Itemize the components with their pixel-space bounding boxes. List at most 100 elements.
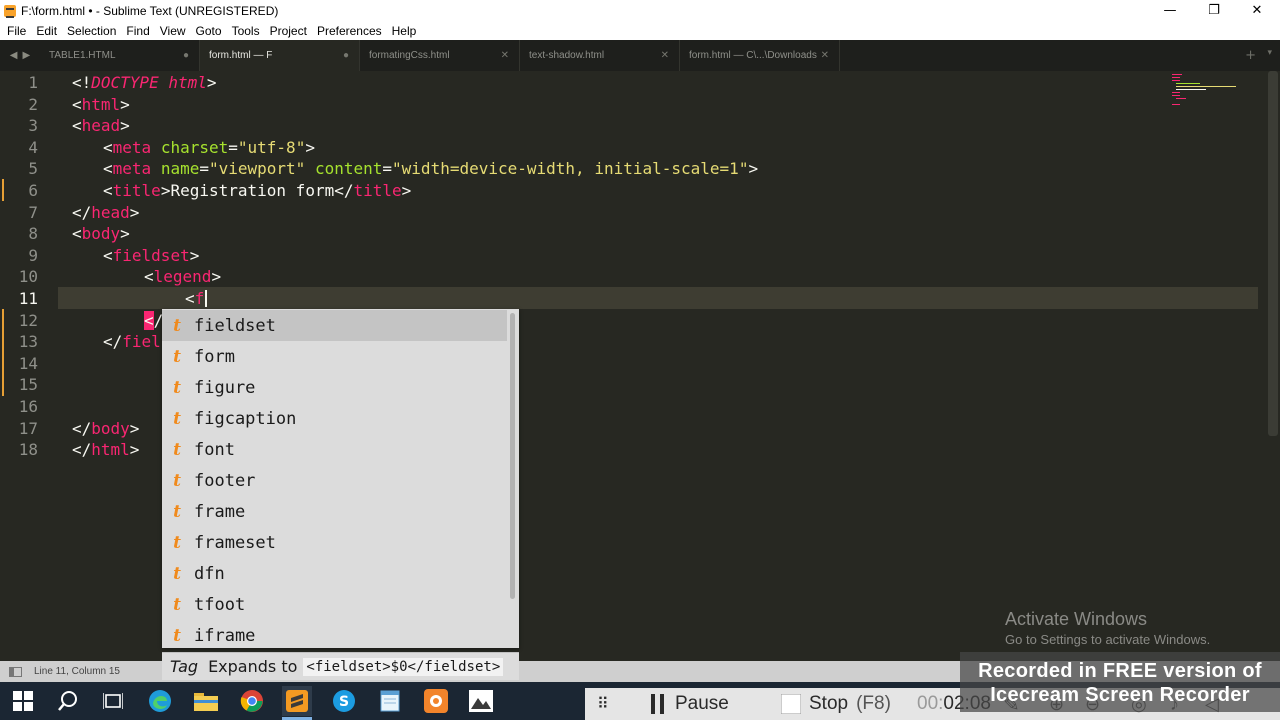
code-token: DOCTYPE html (91, 73, 207, 92)
skype-icon[interactable]: S (329, 686, 359, 716)
code-token: charset (160, 137, 229, 157)
menu-help[interactable]: Help (387, 24, 422, 38)
autocomplete-item[interactable]: t figure (162, 372, 507, 403)
toggle-panel-icon[interactable] (9, 666, 22, 677)
pause-button[interactable]: Pause (651, 688, 729, 720)
autocomplete-item[interactable]: t form (162, 341, 507, 372)
menu-find[interactable]: Find (121, 24, 154, 38)
activate-windows-notice: Activate Windows Go to Settings to activ… (1005, 609, 1210, 647)
code-token: head (81, 116, 121, 136)
code-token: > (748, 159, 759, 179)
autocomplete-label: font (194, 439, 235, 460)
autocomplete-item[interactable]: t frame (162, 496, 507, 527)
sublime-text-taskbar-icon[interactable] (282, 686, 312, 716)
code-token: f (194, 289, 205, 308)
autocomplete-item[interactable]: t frameset (162, 527, 507, 558)
tab-menu-icon[interactable]: ▾ (1267, 48, 1272, 58)
close-tab-icon[interactable]: ✕ (661, 50, 669, 61)
code-token: legend (153, 267, 212, 287)
autocomplete-item[interactable]: t iframe (162, 620, 507, 651)
autocomplete-item[interactable]: t figcaption (162, 403, 507, 434)
close-tab-icon[interactable]: ✕ (821, 50, 829, 61)
autocomplete-popup[interactable]: t fieldset t form t figure t figcaption t fon… (162, 309, 519, 648)
tab-table1[interactable]: TABLE1.HTML ● (40, 40, 200, 71)
code-line-9: <fieldset> (103, 245, 199, 267)
photos-icon[interactable] (466, 686, 496, 716)
vertical-scrollbar[interactable] (1268, 71, 1278, 436)
search-icon[interactable] (53, 686, 83, 716)
line-number: 16 (18, 397, 38, 416)
code-line-11: <f (185, 288, 204, 310)
tab-formatingcss[interactable]: formatingCss.html ✕ (360, 40, 520, 71)
menu-file[interactable]: File (2, 24, 31, 38)
new-tab-icon[interactable]: + (1245, 48, 1256, 63)
autocomplete-item[interactable]: t footer (162, 465, 507, 496)
line-number: 10 (18, 267, 38, 287)
minimap-line (1172, 74, 1182, 75)
unsaved-dot-icon[interactable]: ● (343, 50, 349, 61)
autocomplete-label: dfn (194, 563, 225, 584)
menu-preferences[interactable]: Preferences (312, 24, 387, 38)
code-token: meta (112, 137, 152, 157)
annotation-kind: Tag (170, 657, 199, 676)
tag-kind-icon: t (173, 439, 181, 460)
tab-form-active[interactable]: form.html — F ● (200, 40, 360, 71)
icecream-recorder-icon[interactable] (421, 686, 451, 716)
tag-kind-icon: t (173, 563, 181, 584)
tab-form-downloads[interactable]: form.html — C\...\Downloads ✕ (680, 40, 840, 71)
tab-label: TABLE1.HTML (49, 50, 116, 61)
task-view-icon[interactable] (98, 686, 128, 716)
minimize-button[interactable]: — (1147, 0, 1193, 21)
chrome-icon[interactable] (237, 686, 267, 716)
code-token: fieldset (112, 245, 190, 265)
code-line-2: <html> (72, 94, 130, 116)
unsaved-dot-icon[interactable]: ● (183, 50, 189, 61)
notepad-icon[interactable] (375, 686, 405, 716)
tab-next-icon[interactable]: ▶ (23, 50, 31, 61)
minimap-line (1176, 89, 1206, 90)
tab-nav-arrows[interactable]: ◀ ▶ (0, 40, 40, 71)
line-number: 1 (28, 73, 38, 92)
code-token: < (103, 137, 113, 157)
minimap-line (1172, 104, 1180, 105)
tag-kind-icon: t (173, 408, 181, 429)
code-line-13: </fiel (103, 331, 161, 353)
menu-selection[interactable]: Selection (62, 24, 121, 38)
autocomplete-item[interactable]: t tfoot (162, 589, 507, 620)
edge-browser-icon[interactable] (145, 686, 175, 716)
code-token: < (103, 245, 113, 265)
maximize-button[interactable]: ❐ (1191, 0, 1237, 21)
autocomplete-scrollbar[interactable] (510, 313, 515, 599)
drag-handle-icon[interactable]: ⠿ (597, 688, 609, 720)
code-line-10: <legend> (144, 266, 221, 288)
menu-project[interactable]: Project (265, 24, 312, 38)
code-token: body (81, 224, 121, 244)
annotation-expands: Expands to (208, 657, 298, 676)
autocomplete-label: footer (194, 470, 256, 491)
line-number: 15 (18, 375, 38, 395)
tab-label: form.html — C\...\Downloads (689, 50, 817, 61)
minimap[interactable] (1168, 71, 1268, 111)
autocomplete-item-selected[interactable]: t fieldset (162, 310, 507, 341)
line-number: 5 (28, 159, 38, 179)
code-token: < (72, 224, 82, 244)
autocomplete-item[interactable]: t font (162, 434, 507, 465)
close-window-button[interactable]: ✕ (1234, 0, 1280, 21)
close-tab-icon[interactable]: ✕ (501, 50, 509, 61)
tab-text-shadow[interactable]: text-shadow.html ✕ (520, 40, 680, 71)
line-number: 7 (28, 202, 38, 222)
tag-kind-icon: t (173, 346, 181, 367)
menu-edit[interactable]: Edit (31, 24, 62, 38)
code-token: </ (103, 332, 123, 352)
tab-prev-icon[interactable]: ◀ (10, 50, 18, 61)
code-line-18: </html> (72, 439, 139, 461)
windows-start-icon[interactable] (8, 686, 38, 716)
stop-button[interactable]: Stop (F8) (781, 688, 891, 720)
menu-view[interactable]: View (155, 24, 191, 38)
menu-tools[interactable]: Tools (227, 24, 265, 38)
code-line-12: </ (144, 310, 163, 332)
menu-goto[interactable]: Goto (191, 24, 227, 38)
autocomplete-item[interactable]: t dfn (162, 558, 507, 589)
file-explorer-icon[interactable] (191, 686, 221, 716)
code-token: > (189, 245, 200, 265)
